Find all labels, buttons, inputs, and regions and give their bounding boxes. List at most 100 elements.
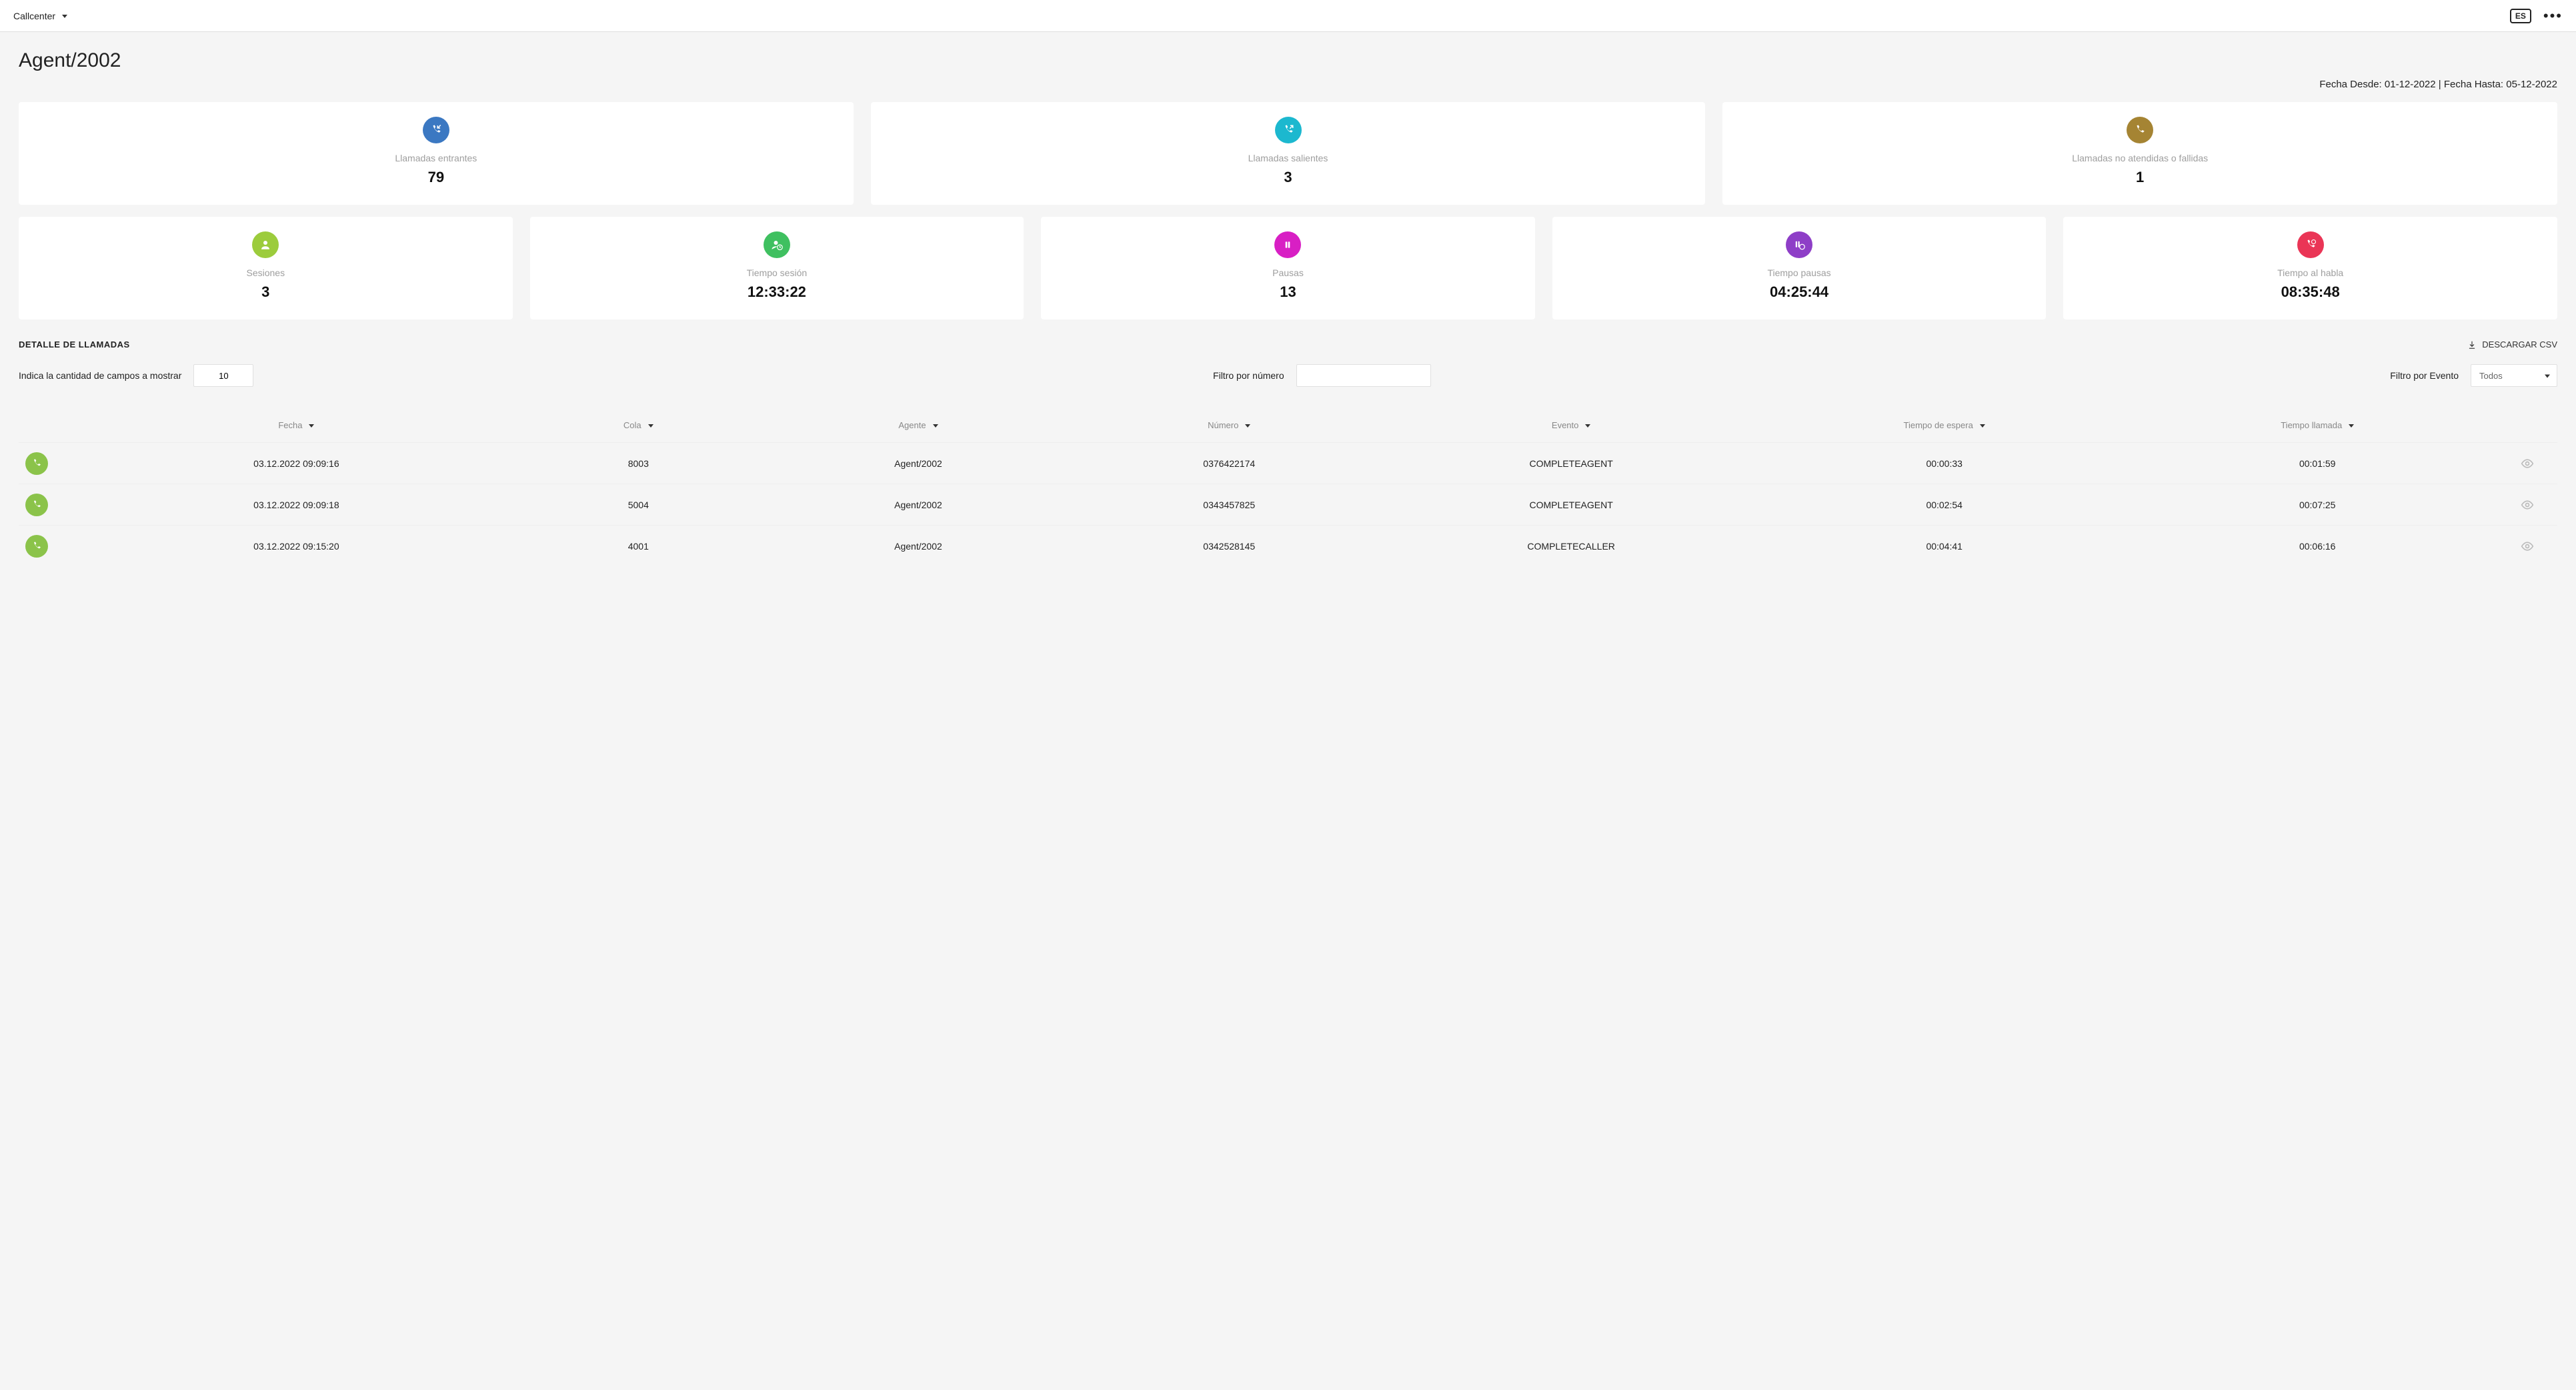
filter-count-label: Indica la cantidad de campos a mostrar <box>19 370 181 381</box>
pause-clock-icon <box>1786 231 1812 258</box>
phone-incoming-icon <box>423 117 449 143</box>
stat-card-label: Llamadas no atendidas o fallidas <box>2072 153 2208 163</box>
stat-card: Llamadas salientes 3 <box>871 102 1706 205</box>
chevron-down-icon <box>2542 371 2550 381</box>
page-title: Agent/2002 <box>19 49 2557 72</box>
phone-missed-icon <box>2127 117 2153 143</box>
stat-card: Sesiones 3 <box>19 217 513 319</box>
stat-card-value: 1 <box>2136 169 2144 186</box>
stat-card-label: Sesiones <box>247 267 285 278</box>
stat-card: Llamadas no atendidas o fallidas 1 <box>1722 102 2557 205</box>
cell-talk: 00:01:59 <box>2131 458 2504 469</box>
view-row-button[interactable] <box>2504 457 2551 470</box>
column-header[interactable]: Número <box>1074 420 1384 430</box>
cell-agent: Agent/2002 <box>763 458 1074 469</box>
chevron-down-icon <box>1582 420 1590 430</box>
download-icon <box>2467 340 2477 350</box>
row-type-cell <box>25 452 79 475</box>
stat-card-value: 12:33:22 <box>748 283 806 301</box>
filter-event-select[interactable]: Todos <box>2471 364 2557 387</box>
filter-event-label: Filtro por Evento <box>2390 370 2459 381</box>
stat-card: Tiempo pausas 04:25:44 <box>1552 217 2047 319</box>
stat-card-label: Pausas <box>1272 267 1304 278</box>
chevron-down-icon <box>1977 420 1985 430</box>
cell-event: COMPLETEAGENT <box>1384 458 1758 469</box>
stat-card-value: 79 <box>428 169 444 186</box>
cell-wait: 00:04:41 <box>1758 541 2131 552</box>
cell-agent: Agent/2002 <box>763 500 1074 510</box>
stat-card-value: 04:25:44 <box>1770 283 1828 301</box>
column-header-label: Fecha <box>278 420 302 430</box>
filter-event-value: Todos <box>2479 371 2503 381</box>
cell-date: 03.12.2022 09:15:20 <box>79 541 514 552</box>
date-from-label: Fecha Desde: <box>2319 79 2381 90</box>
column-header[interactable]: Tiempo llamada <box>2131 420 2504 430</box>
chevron-down-icon <box>59 11 67 21</box>
cell-talk: 00:06:16 <box>2131 541 2504 552</box>
language-selector[interactable]: ES <box>2510 9 2531 23</box>
stat-card: Llamadas entrantes 79 <box>19 102 854 205</box>
chevron-down-icon <box>646 420 654 430</box>
cell-talk: 00:07:25 <box>2131 500 2504 510</box>
stat-card: Tiempo al habla 08:35:48 <box>2063 217 2557 319</box>
stat-card-label: Tiempo sesión <box>747 267 808 278</box>
column-header-label: Número <box>1208 420 1238 430</box>
page-content: Agent/2002 Fecha Desde: 01-12-2022 | Fec… <box>0 32 2576 584</box>
date-to-label: Fecha Hasta: <box>2444 79 2503 90</box>
cell-agent: Agent/2002 <box>763 541 1074 552</box>
stat-card: Tiempo sesión 12:33:22 <box>530 217 1024 319</box>
column-header-label: Agente <box>898 420 926 430</box>
filter-number-input[interactable] <box>1296 364 1431 387</box>
pause-icon <box>1274 231 1301 258</box>
view-row-button[interactable] <box>2504 498 2551 512</box>
column-header[interactable]: Cola <box>514 420 763 430</box>
stat-card-value: 3 <box>1284 169 1292 186</box>
user-clock-icon <box>764 231 790 258</box>
stat-card-value: 08:35:48 <box>2281 283 2340 301</box>
date-range: Fecha Desde: 01-12-2022 | Fecha Hasta: 0… <box>19 79 2557 90</box>
stat-card-value: 3 <box>261 283 269 301</box>
date-to-value: 05-12-2022 <box>2506 79 2557 90</box>
stat-cards-row-2: Sesiones 3 Tiempo sesión 12:33:22 Pausas… <box>19 217 2557 319</box>
filter-event-group: Filtro por Evento Todos <box>2390 364 2557 387</box>
stat-card: Pausas 13 <box>1041 217 1535 319</box>
column-header[interactable]: Tiempo de espera <box>1758 420 2131 430</box>
cell-date: 03.12.2022 09:09:16 <box>79 458 514 469</box>
chevron-down-icon <box>1242 420 1250 430</box>
column-header[interactable]: Evento <box>1384 420 1758 430</box>
section-title: DETALLE DE LLAMADAS <box>19 339 130 350</box>
filters-bar: Indica la cantidad de campos a mostrar F… <box>19 364 2557 387</box>
filter-number-group: Filtro por número <box>1213 364 1431 387</box>
more-menu-button[interactable]: ••• <box>2543 7 2563 25</box>
column-header-label: Cola <box>623 420 641 430</box>
column-header[interactable]: Agente <box>763 420 1074 430</box>
cell-wait: 00:00:33 <box>1758 458 2131 469</box>
cell-number: 0342528145 <box>1074 541 1384 552</box>
column-header-label: Tiempo de espera <box>1904 420 1973 430</box>
column-header-label: Tiempo llamada <box>2281 420 2342 430</box>
nav-dropdown[interactable]: Callcenter <box>13 11 67 21</box>
phone-icon <box>25 494 48 516</box>
cell-date: 03.12.2022 09:09:18 <box>79 500 514 510</box>
phone-icon <box>25 535 48 558</box>
phone-time-icon <box>2297 231 2324 258</box>
table-row: 03.12.2022 09:15:20 4001 Agent/2002 0342… <box>19 525 2557 566</box>
row-type-cell <box>25 535 79 558</box>
view-row-button[interactable] <box>2504 540 2551 553</box>
table-row: 03.12.2022 09:09:18 5004 Agent/2002 0343… <box>19 484 2557 525</box>
date-sep: | <box>2439 79 2444 90</box>
table-header-row: Fecha Cola Agente Número Evento Tiempo de esp… <box>19 420 2557 442</box>
download-csv-button[interactable]: DESCARGAR CSV <box>2467 339 2557 350</box>
filter-count-input[interactable] <box>193 364 253 387</box>
phone-outgoing-icon <box>1275 117 1302 143</box>
date-from-value: 01-12-2022 <box>2385 79 2436 90</box>
calls-table: Fecha Cola Agente Número Evento Tiempo de esp… <box>19 420 2557 566</box>
cell-queue: 5004 <box>514 500 763 510</box>
nav-label: Callcenter <box>13 11 55 21</box>
cell-number: 0376422174 <box>1074 458 1384 469</box>
section-header: DETALLE DE LLAMADAS DESCARGAR CSV <box>19 339 2557 350</box>
table-row: 03.12.2022 09:09:16 8003 Agent/2002 0376… <box>19 442 2557 484</box>
column-header[interactable]: Fecha <box>79 420 514 430</box>
user-icon <box>252 231 279 258</box>
phone-icon <box>25 452 48 475</box>
